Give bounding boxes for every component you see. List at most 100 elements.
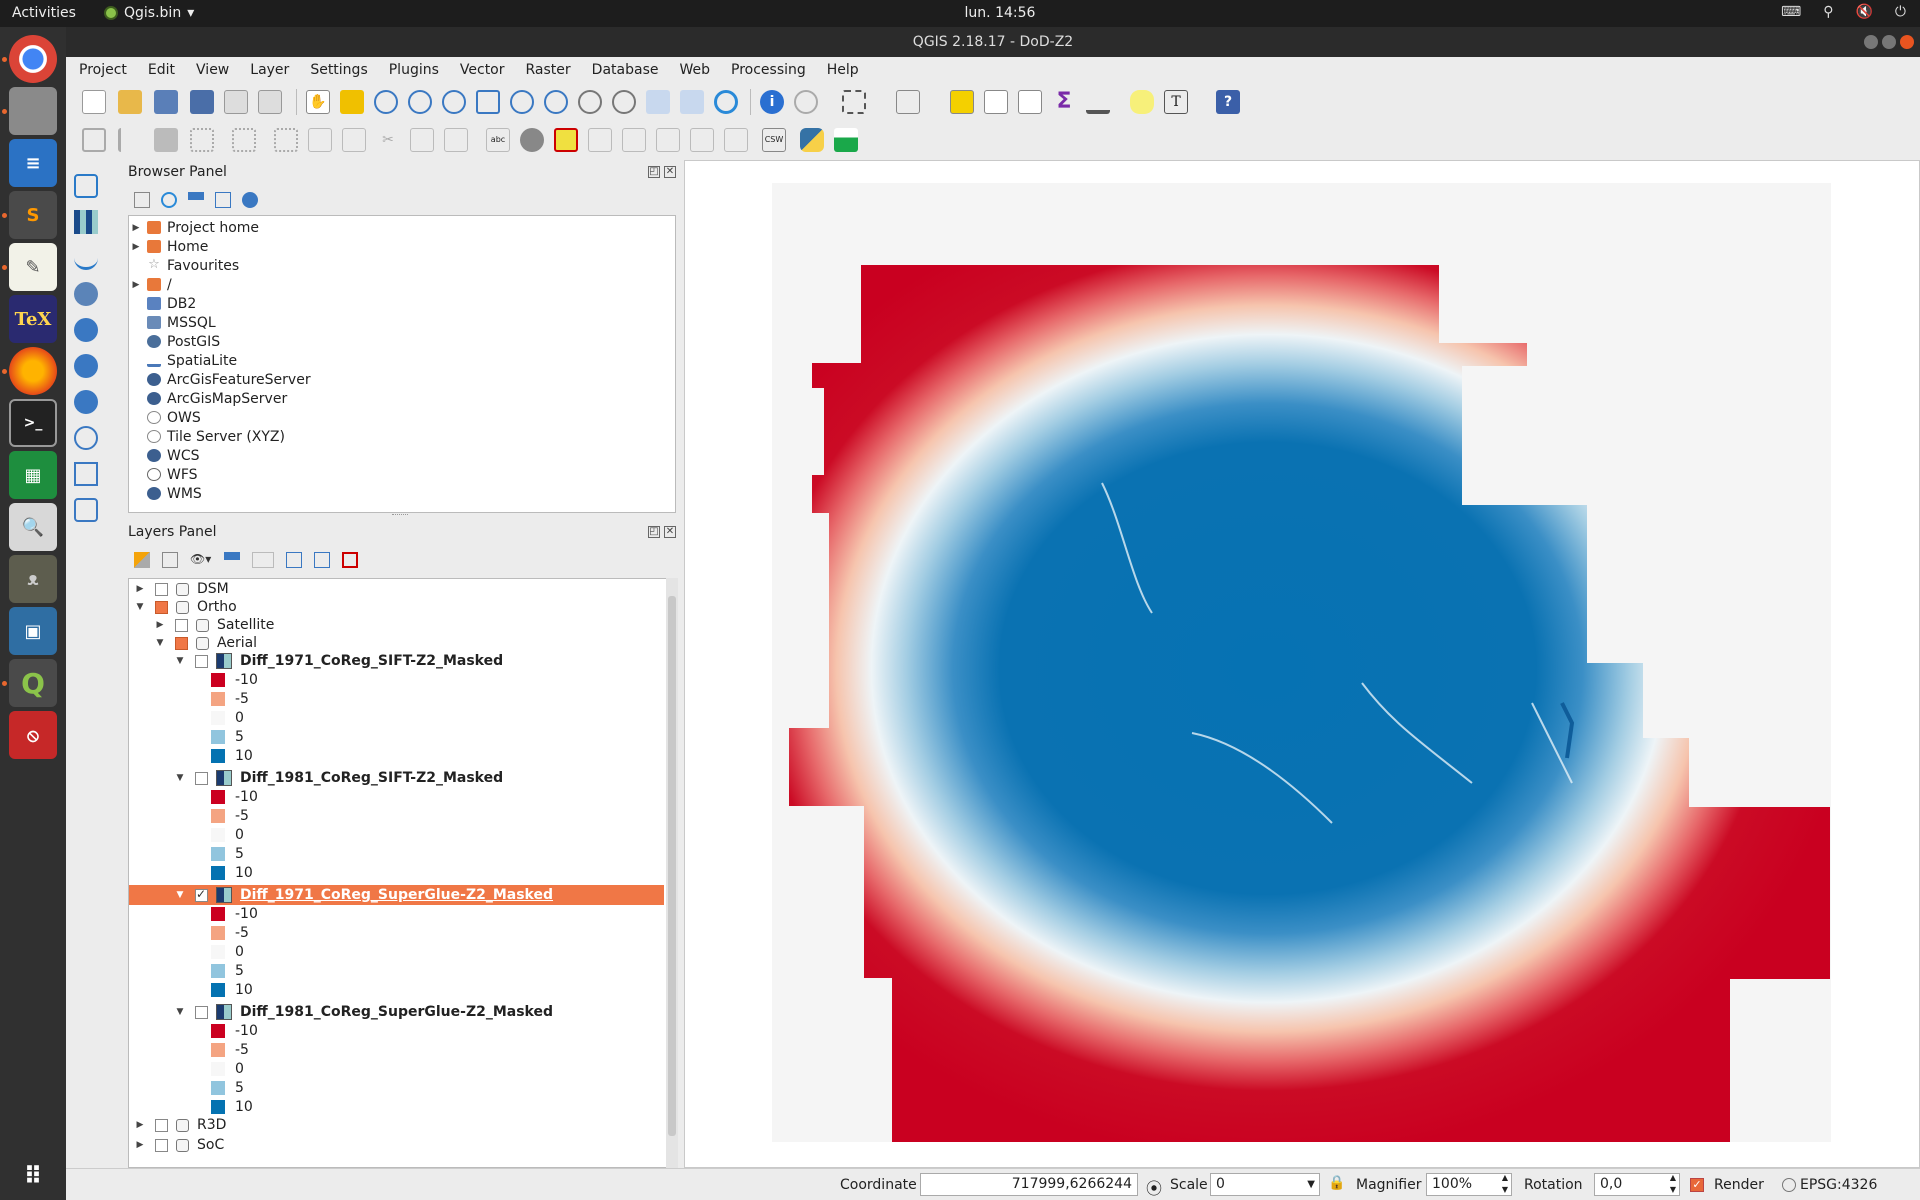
- measure-icon[interactable]: [1086, 90, 1110, 114]
- zoom-out-icon[interactable]: [408, 90, 432, 114]
- browser-item[interactable]: OWS: [129, 408, 201, 427]
- identify-icon[interactable]: i: [760, 90, 784, 114]
- open-project-icon[interactable]: [118, 90, 142, 114]
- chrome-icon[interactable]: [9, 35, 57, 83]
- expand-all-icon[interactable]: [286, 552, 302, 568]
- node-tool-icon[interactable]: [274, 128, 298, 152]
- add-postgis-icon[interactable]: [74, 282, 98, 306]
- activities-button[interactable]: Activities: [12, 5, 76, 21]
- filter-expression-icon[interactable]: [252, 552, 274, 568]
- raster-layer-row[interactable]: ▼ Diff_1971_CoReg_SIFT-Z2_Masked: [173, 651, 503, 671]
- toggle-editing-icon[interactable]: [118, 128, 142, 152]
- pan-to-selection-icon[interactable]: [340, 90, 364, 114]
- browser-item[interactable]: Tile Server (XYZ): [129, 427, 285, 446]
- browser-item[interactable]: WFS: [129, 465, 198, 484]
- add-wfs-icon[interactable]: [74, 390, 98, 414]
- zoom-last-icon[interactable]: [578, 90, 602, 114]
- pin-labels-icon[interactable]: [588, 128, 612, 152]
- zoom-native-icon[interactable]: [442, 90, 466, 114]
- expand-arrow-icon[interactable]: ▶: [129, 242, 143, 252]
- refresh-browser-icon[interactable]: [161, 192, 177, 208]
- layer-group-aerial[interactable]: ▼ Aerial: [153, 633, 258, 653]
- browser-item[interactable]: ArcGisMapServer: [129, 389, 287, 408]
- style-manager-icon[interactable]: [520, 128, 544, 152]
- visibility-checkbox[interactable]: [155, 1138, 168, 1152]
- close-button[interactable]: [1900, 35, 1914, 49]
- composer-manager-icon[interactable]: [258, 90, 282, 114]
- collapse-arrow-icon[interactable]: ▼: [173, 1007, 187, 1017]
- layer-group-r3d[interactable]: ▶ R3D: [133, 1115, 227, 1135]
- raster-layer-row[interactable]: ▼ Diff_1981_CoReg_SuperGlue-Z2_Masked: [173, 1002, 553, 1022]
- files-icon[interactable]: [9, 87, 57, 135]
- new-project-icon[interactable]: [82, 90, 106, 114]
- browser-item[interactable]: PostGIS: [129, 332, 220, 351]
- window-titlebar[interactable]: QGIS 2.18.17 - DoD-Z2: [66, 27, 1920, 57]
- blocked-app-icon[interactable]: ⦸: [9, 711, 57, 759]
- image-viewer-icon[interactable]: 🔍: [9, 503, 57, 551]
- layers-scrollbar[interactable]: [666, 578, 678, 1168]
- float-panel-icon[interactable]: ◰: [648, 526, 660, 538]
- browser-item[interactable]: ▶ Project home: [129, 218, 260, 237]
- terminal-icon[interactable]: >_: [9, 399, 57, 447]
- copy-icon[interactable]: [410, 128, 434, 152]
- delete-icon[interactable]: [342, 128, 366, 152]
- save-project-icon[interactable]: [154, 90, 178, 114]
- writer-icon[interactable]: ≡: [9, 139, 57, 187]
- add-feature-icon[interactable]: [190, 128, 214, 152]
- paste-icon[interactable]: [444, 128, 468, 152]
- move-feature-icon[interactable]: [232, 128, 256, 152]
- statistics-sigma-icon[interactable]: Σ: [1052, 90, 1076, 114]
- collapse-arrow-icon[interactable]: ▼: [173, 656, 187, 666]
- minimize-button[interactable]: [1864, 35, 1878, 49]
- browser-tree[interactable]: ▶ Project home ▶ Home ☆ Favourites ▶ / DB2 M…: [128, 215, 676, 513]
- refresh-icon[interactable]: [714, 90, 738, 114]
- menu-web[interactable]: Web: [666, 57, 718, 83]
- close-panel-icon[interactable]: ✕: [664, 526, 676, 538]
- expand-arrow-icon[interactable]: ▶: [129, 280, 143, 290]
- menu-settings[interactable]: Settings: [297, 57, 375, 83]
- save-edits-icon[interactable]: [154, 128, 178, 152]
- visibility-checkbox[interactable]: [175, 636, 188, 650]
- highlight-labels-icon[interactable]: [554, 128, 578, 152]
- collapse-all-icon[interactable]: [314, 552, 330, 568]
- add-delimited-text-icon[interactable]: [74, 462, 98, 486]
- filter-legend-icon[interactable]: [224, 552, 240, 568]
- expand-arrow-icon[interactable]: ▶: [133, 1120, 147, 1130]
- toggle-extents-icon[interactable]: ⦿: [1146, 1175, 1162, 1199]
- field-calculator-icon[interactable]: [1018, 90, 1042, 114]
- pan-hand-icon[interactable]: ✋: [306, 90, 330, 114]
- show-applications-icon[interactable]: ⠿: [9, 1152, 57, 1200]
- deselect-icon[interactable]: [950, 90, 974, 114]
- spin-arrows-icon[interactable]: ▲ ▼: [1670, 1172, 1676, 1196]
- menu-vector[interactable]: Vector: [447, 57, 513, 83]
- add-wcs-icon[interactable]: [74, 354, 98, 378]
- lock-scale-icon[interactable]: 🔒: [1328, 1175, 1345, 1191]
- scrollbar-thumb[interactable]: [668, 596, 676, 1136]
- visibility-checkbox[interactable]: [195, 1005, 208, 1019]
- current-edits-icon[interactable]: [82, 128, 106, 152]
- zoom-to-layer-icon[interactable]: [544, 90, 568, 114]
- collapse-arrow-icon[interactable]: ▼: [153, 638, 167, 648]
- add-raster-layer-icon[interactable]: [74, 210, 98, 234]
- collapse-arrow-icon[interactable]: ▼: [173, 890, 187, 900]
- rotation-spinbox[interactable]: 0,0 ▲ ▼: [1594, 1173, 1680, 1196]
- menu-database[interactable]: Database: [579, 57, 667, 83]
- collapse-arrow-icon[interactable]: ▼: [173, 773, 187, 783]
- menu-view[interactable]: View: [183, 57, 237, 83]
- expand-arrow-icon[interactable]: ▶: [133, 584, 147, 594]
- layer-group-ortho[interactable]: ▼ Ortho: [133, 597, 237, 617]
- move-label-icon[interactable]: [656, 128, 680, 152]
- browser-item[interactable]: SpatiaLite: [129, 351, 237, 370]
- app-menu[interactable]: Qgis.bin ▾: [104, 5, 194, 21]
- visibility-checkbox[interactable]: [195, 654, 208, 668]
- csw-icon[interactable]: CSW: [762, 128, 786, 152]
- visibility-checkbox[interactable]: [155, 1118, 168, 1132]
- change-label-icon[interactable]: [724, 128, 748, 152]
- text-editor-icon[interactable]: ✎: [9, 243, 57, 291]
- layers-tree[interactable]: ▶ DSM ▼ Ortho ▶ Satellite ▼ Aerial ▼ Diff_197…: [128, 578, 676, 1168]
- maximize-button[interactable]: [1882, 35, 1896, 49]
- visibility-checkbox[interactable]: [155, 582, 168, 596]
- keyboard-icon[interactable]: ⌨: [1781, 4, 1801, 20]
- power-icon[interactable]: ⏻: [1895, 4, 1906, 20]
- browser-item[interactable]: DB2: [129, 294, 196, 313]
